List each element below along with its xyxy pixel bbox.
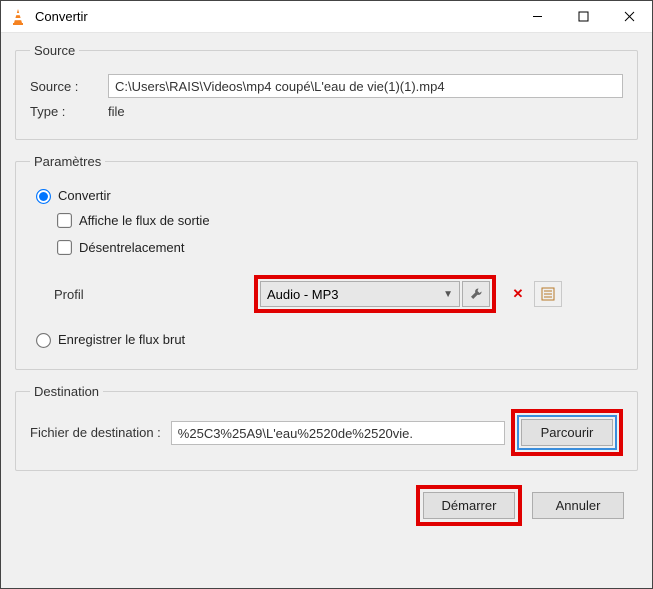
source-legend: Source [30, 43, 79, 58]
destination-legend: Destination [30, 384, 103, 399]
check-deinterlace-label: Désentrelacement [79, 240, 185, 255]
profile-select[interactable]: Audio - MP3 ▼ [260, 281, 460, 307]
profile-label: Profil [54, 287, 254, 302]
dialog-buttons: Démarrer Annuler [15, 485, 638, 526]
profile-select-value: Audio - MP3 [267, 287, 339, 302]
vlc-icon [9, 8, 27, 26]
source-group: Source Source : C:\Users\RAIS\Videos\mp4… [15, 43, 638, 140]
radio-raw-label: Enregistrer le flux brut [58, 332, 185, 347]
start-button[interactable]: Démarrer [423, 492, 515, 519]
profile-highlight: Audio - MP3 ▼ [254, 275, 496, 313]
type-label: Type : [30, 104, 98, 119]
source-label: Source : [30, 79, 98, 94]
check-show-output-label: Affiche le flux de sortie [79, 213, 210, 228]
window-title: Convertir [35, 9, 514, 24]
radio-raw-input[interactable] [36, 333, 51, 348]
wrench-icon [469, 287, 483, 301]
check-deinterlace-input[interactable] [57, 240, 72, 255]
list-icon [541, 287, 555, 301]
source-field[interactable]: C:\Users\RAIS\Videos\mp4 coupé\L'eau de … [108, 74, 623, 98]
chevron-down-icon: ▼ [443, 289, 453, 300]
destination-field[interactable]: %25C3%25A9\L'eau%2520de%2520vie. [171, 421, 505, 445]
content-area: Source Source : C:\Users\RAIS\Videos\mp4… [1, 33, 652, 540]
radio-raw[interactable]: Enregistrer le flux brut [32, 331, 623, 347]
check-show-output[interactable]: Affiche le flux de sortie [54, 211, 623, 230]
browse-button[interactable]: Parcourir [521, 419, 613, 446]
destination-group: Destination Fichier de destination : %25… [15, 384, 638, 471]
type-value: file [108, 104, 125, 119]
check-show-output-input[interactable] [57, 213, 72, 228]
maximize-button[interactable] [560, 1, 606, 33]
destination-label: Fichier de destination : [30, 425, 161, 440]
x-icon: ✕ [513, 286, 524, 302]
start-highlight: Démarrer [416, 485, 522, 526]
titlebar: Convertir [1, 1, 652, 33]
check-deinterlace[interactable]: Désentrelacement [54, 238, 623, 257]
minimize-button[interactable] [514, 1, 560, 33]
convert-dialog: Convertir Source Source : C:\Users\RAIS\… [0, 0, 653, 589]
close-button[interactable] [606, 1, 652, 33]
radio-convert[interactable]: Convertir [32, 187, 623, 203]
edit-profile-button[interactable] [462, 281, 490, 307]
radio-convert-input[interactable] [36, 189, 51, 204]
radio-convert-label: Convertir [58, 188, 111, 203]
cancel-button[interactable]: Annuler [532, 492, 624, 519]
parameters-legend: Paramètres [30, 154, 105, 169]
browse-focus: Parcourir [517, 415, 617, 450]
parameters-group: Paramètres Convertir Affiche le flux de … [15, 154, 638, 370]
new-profile-button[interactable] [534, 281, 562, 307]
delete-profile-button[interactable]: ✕ [504, 281, 532, 307]
browse-highlight: Parcourir [511, 409, 623, 456]
